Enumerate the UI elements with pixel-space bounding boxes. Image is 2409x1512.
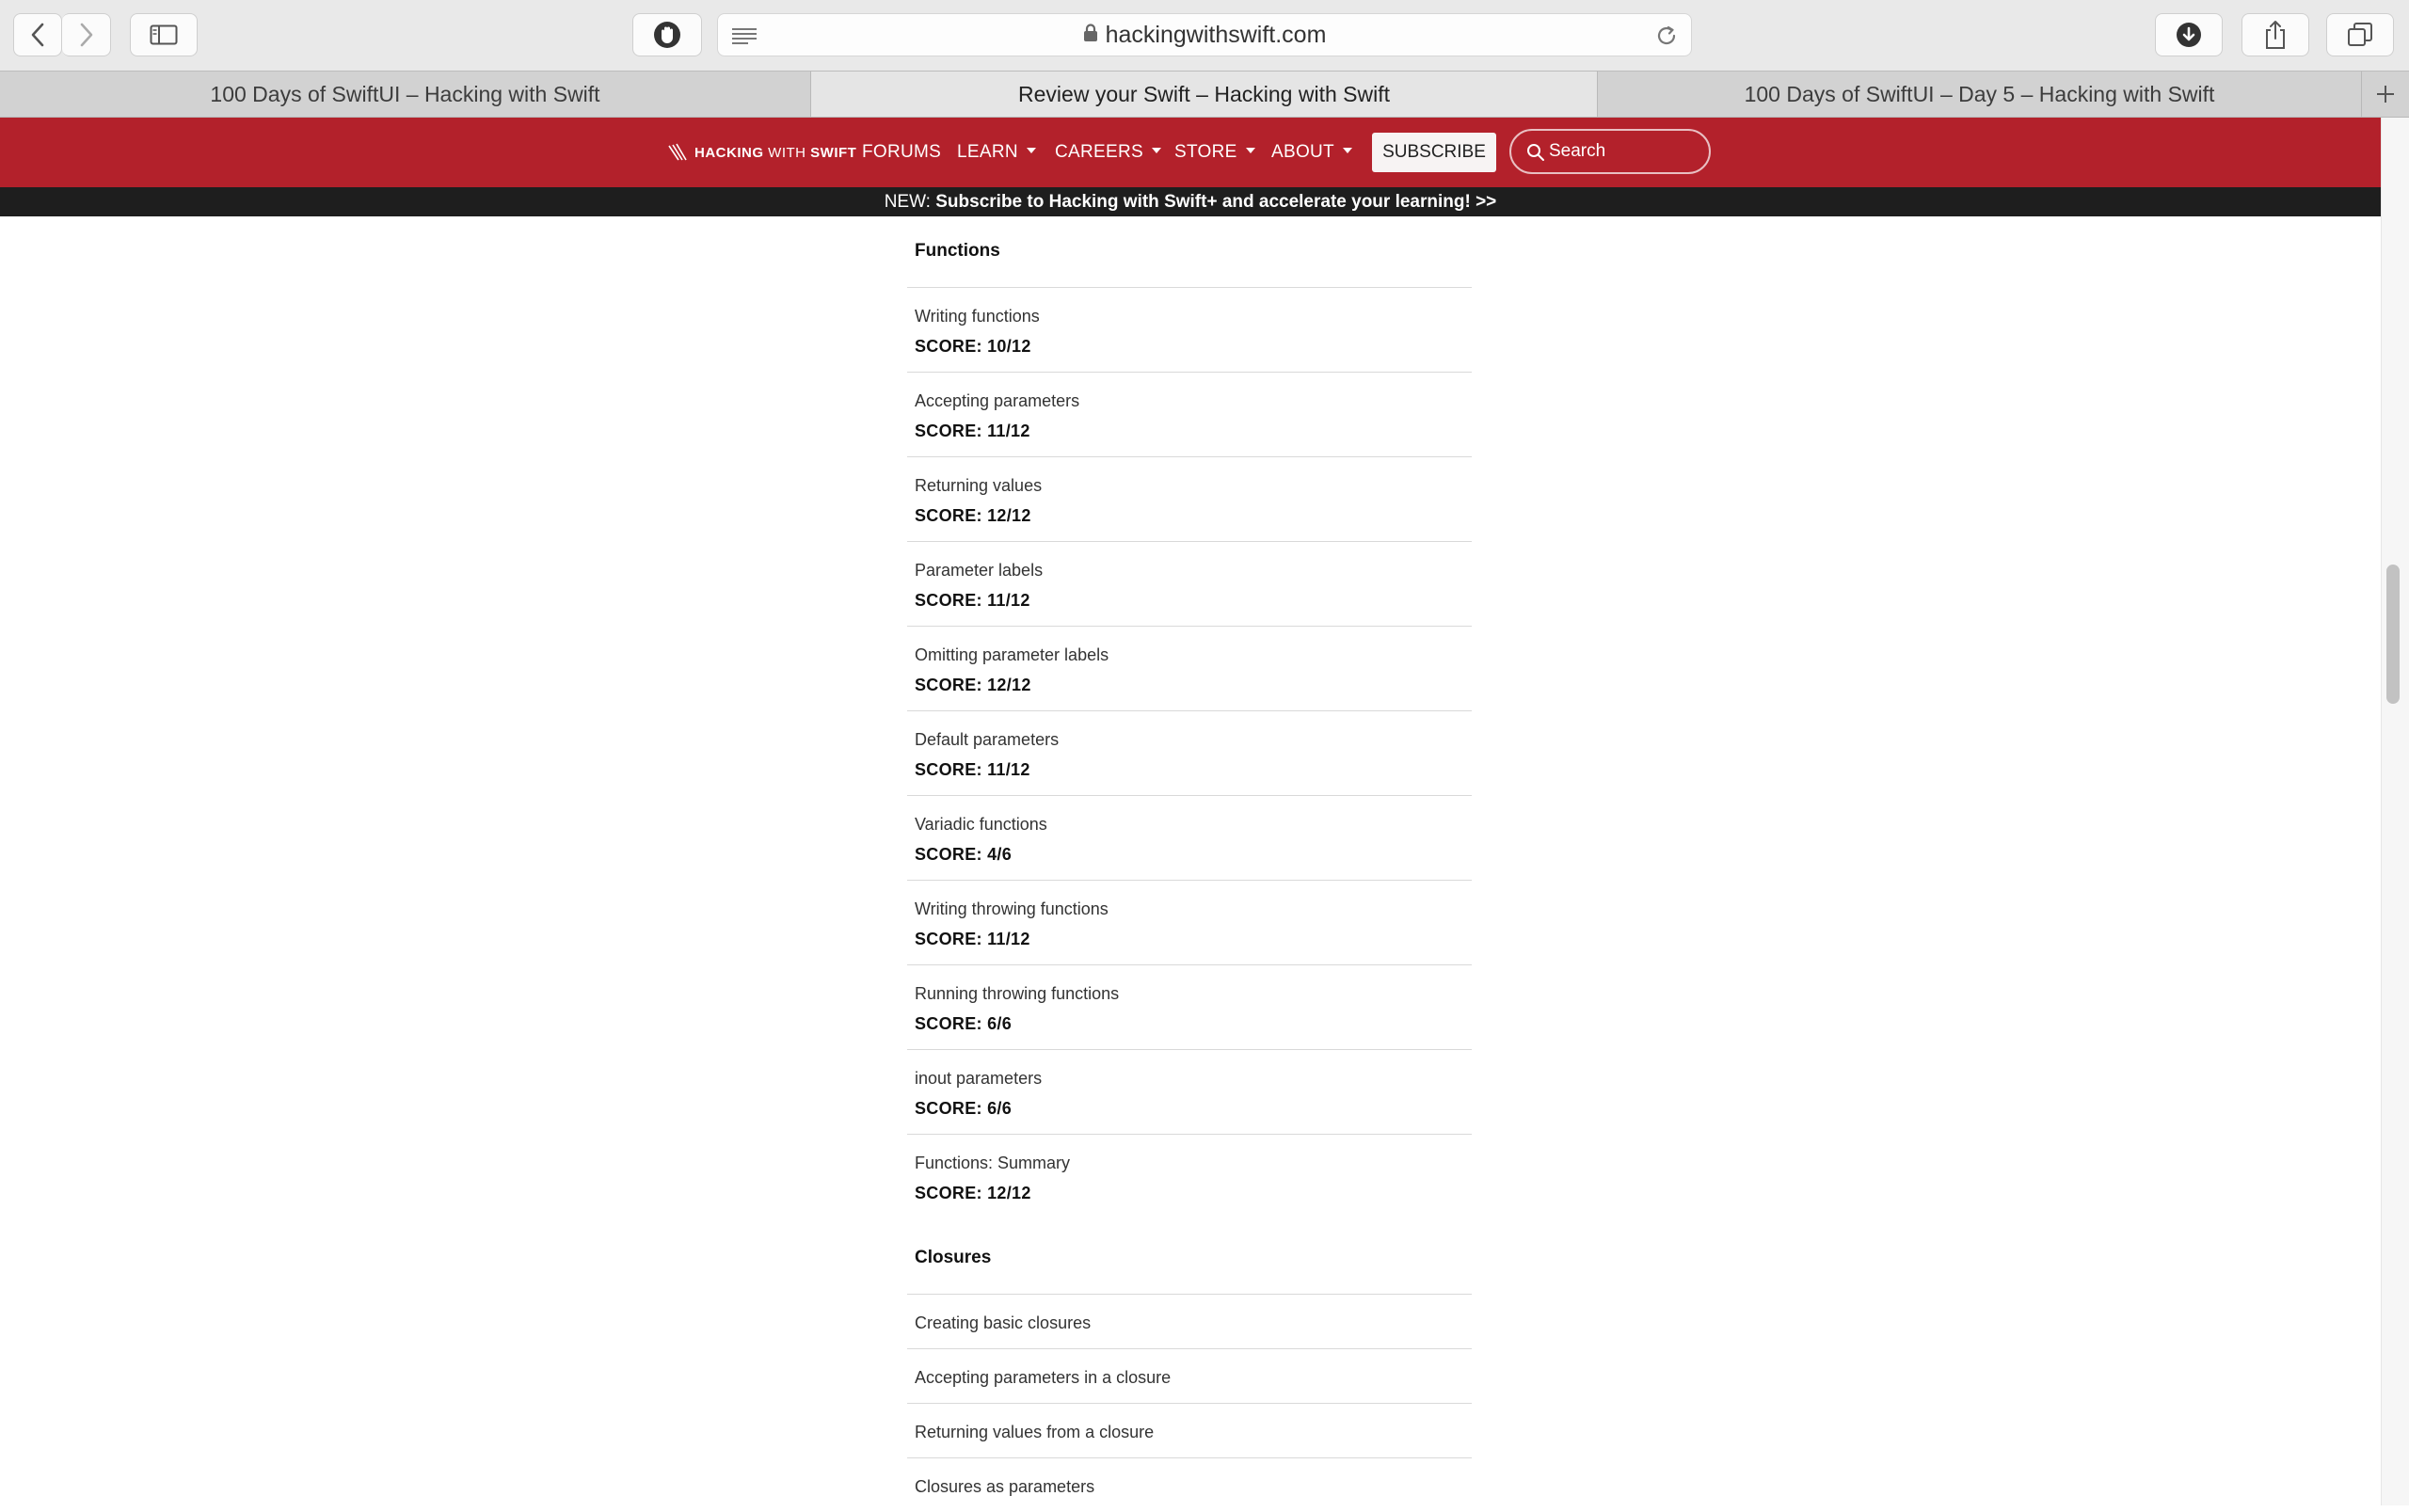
- list-item[interactable]: Variadic functions SCORE: 4/6: [907, 796, 1472, 880]
- page-scrollbar-track[interactable]: [2381, 118, 2409, 1505]
- item-name: Running throwing functions: [915, 984, 1120, 1003]
- caret-down-icon: [1245, 147, 1255, 153]
- list-item[interactable]: Returning values from a closure: [907, 1404, 1472, 1457]
- nav-learn[interactable]: LEARN: [957, 118, 1036, 187]
- share-icon: [2266, 21, 2285, 49]
- sidebar-icon: [150, 24, 178, 45]
- site-logo[interactable]: HACKING WITH SWIFT: [668, 140, 856, 165]
- download-icon: [2177, 23, 2201, 47]
- caret-down-icon: [1026, 147, 1036, 153]
- list-item[interactable]: inout parameters SCORE: 6/6: [907, 1050, 1472, 1134]
- item-name: Writing throwing functions: [915, 899, 1109, 918]
- tabs-overview-button[interactable]: [2326, 13, 2394, 56]
- logo-text: HACKING WITH SWIFT: [694, 144, 857, 161]
- chevron-left-icon: [31, 23, 44, 47]
- item-name: Default parameters: [915, 730, 1060, 749]
- item-name: Returning values from a closure: [915, 1423, 1155, 1441]
- tab-bar: 100 Days of SwiftUI – Hacking with Swift…: [0, 71, 2409, 118]
- new-tab-button[interactable]: [2362, 72, 2409, 117]
- item-name: Returning values: [915, 476, 1043, 495]
- item-score: SCORE: 12/12: [915, 676, 1031, 694]
- list-item[interactable]: Omitting parameter labels SCORE: 12/12: [907, 627, 1472, 710]
- item-name: Closures as parameters: [915, 1477, 1095, 1496]
- list-item[interactable]: Running throwing functions SCORE: 6/6: [907, 965, 1472, 1049]
- lock-icon: [1083, 24, 1097, 42]
- item-score: SCORE: 10/12: [915, 337, 1031, 356]
- item-score: SCORE: 6/6: [915, 1099, 1013, 1118]
- section-title: Functions: [915, 241, 1000, 261]
- reload-icon[interactable]: [1655, 24, 1678, 47]
- item-score: SCORE: 11/12: [915, 930, 1030, 948]
- section-title: Closures: [915, 1248, 992, 1267]
- section-closures: Closures Creating basic closures Accepti…: [907, 1218, 1472, 1512]
- tab-review-your-swift[interactable]: Review your Swift – Hacking with Swift: [811, 72, 1598, 117]
- list-item[interactable]: Returning values SCORE: 12/12: [907, 457, 1472, 541]
- extension-button[interactable]: [632, 13, 702, 56]
- list-item[interactable]: Closures as parameters: [907, 1458, 1472, 1512]
- item-score: SCORE: 11/12: [915, 422, 1030, 440]
- search-icon: [1527, 144, 1544, 161]
- downloads-button[interactable]: [2155, 13, 2223, 56]
- nav-about[interactable]: ABOUT: [1271, 118, 1352, 187]
- item-score: SCORE: 6/6: [915, 1014, 1013, 1033]
- back-button[interactable]: [13, 13, 62, 56]
- caret-down-icon: [1151, 147, 1161, 153]
- url-display: hackingwithswift.com: [718, 14, 1691, 56]
- nav-careers[interactable]: CAREERS: [1055, 118, 1161, 187]
- item-name: Accepting parameters: [915, 391, 1080, 410]
- search-placeholder: Search: [1549, 141, 1606, 161]
- item-name: Writing functions: [915, 307, 1040, 326]
- nav-store[interactable]: STORE: [1174, 118, 1255, 187]
- list-item[interactable]: Accepting parameters in a closure: [907, 1349, 1472, 1403]
- list-item[interactable]: Writing throwing functions SCORE: 11/12: [907, 881, 1472, 964]
- promo-prefix: NEW:: [884, 192, 936, 212]
- plus-icon: [2377, 86, 2394, 103]
- item-name: Variadic functions: [915, 815, 1047, 834]
- page-scrollbar-thumb[interactable]: [2386, 565, 2400, 704]
- forward-button[interactable]: [62, 13, 111, 56]
- review-content: Functions Writing functions SCORE: 10/12…: [907, 216, 1472, 1512]
- tab-title: 100 Days of SwiftUI – Hacking with Swift: [210, 82, 600, 106]
- list-item[interactable]: Creating basic closures: [907, 1295, 1472, 1348]
- sidebar-button[interactable]: [130, 13, 198, 56]
- subscribe-button[interactable]: SUBSCRIBE: [1372, 133, 1496, 172]
- list-item[interactable]: Accepting parameters SCORE: 11/12: [907, 373, 1472, 456]
- search-input[interactable]: Search: [1509, 129, 1711, 174]
- chevron-right-icon: [80, 23, 92, 47]
- item-name: Parameter labels: [915, 561, 1044, 580]
- swift-logo-icon: [668, 143, 687, 161]
- nav-forums[interactable]: FORUMS: [862, 118, 941, 187]
- item-score: SCORE: 11/12: [915, 760, 1030, 779]
- item-name: Omitting parameter labels: [915, 645, 1109, 664]
- tab-100-days-swiftui[interactable]: 100 Days of SwiftUI – Hacking with Swift: [0, 72, 811, 117]
- section-functions: Functions Writing functions SCORE: 10/12…: [907, 216, 1472, 1218]
- address-bar[interactable]: hackingwithswift.com: [717, 13, 1692, 56]
- list-item[interactable]: Default parameters SCORE: 11/12: [907, 711, 1472, 795]
- list-item[interactable]: Writing functions SCORE: 10/12: [907, 288, 1472, 372]
- tabs-icon: [2348, 23, 2372, 46]
- promo-link[interactable]: Subscribe to Hacking with Swift+ and acc…: [935, 192, 1496, 212]
- tab-title: Review your Swift – Hacking with Swift: [1018, 82, 1390, 106]
- tab-title: 100 Days of SwiftUI – Day 5 – Hacking wi…: [1744, 82, 2215, 106]
- tab-100-days-day-5[interactable]: 100 Days of SwiftUI – Day 5 – Hacking wi…: [1598, 72, 2362, 117]
- list-item[interactable]: Parameter labels SCORE: 11/12: [907, 542, 1472, 626]
- share-button[interactable]: [2241, 13, 2309, 56]
- item-score: SCORE: 11/12: [915, 591, 1030, 610]
- item-score: SCORE: 4/6: [915, 845, 1013, 864]
- caret-down-icon: [1342, 147, 1352, 153]
- item-name: Creating basic closures: [915, 1313, 1092, 1332]
- item-score: SCORE: 12/12: [915, 506, 1031, 525]
- hand-shield-icon: [654, 22, 680, 48]
- promo-banner[interactable]: NEW: Subscribe to Hacking with Swift+ an…: [0, 187, 2381, 216]
- list-item[interactable]: Functions: Summary SCORE: 12/12: [907, 1135, 1472, 1218]
- item-score: SCORE: 12/12: [915, 1184, 1031, 1202]
- site-navigation: HACKING WITH SWIFT FORUMS LEARN CAREERS …: [0, 118, 2381, 187]
- browser-toolbar: hackingwithswift.com: [0, 0, 2409, 71]
- item-name: Functions: Summary: [915, 1154, 1071, 1172]
- item-name: Accepting parameters in a closure: [915, 1368, 1172, 1387]
- url-text: hackingwithswift.com: [1105, 22, 1327, 48]
- item-name: inout parameters: [915, 1069, 1043, 1088]
